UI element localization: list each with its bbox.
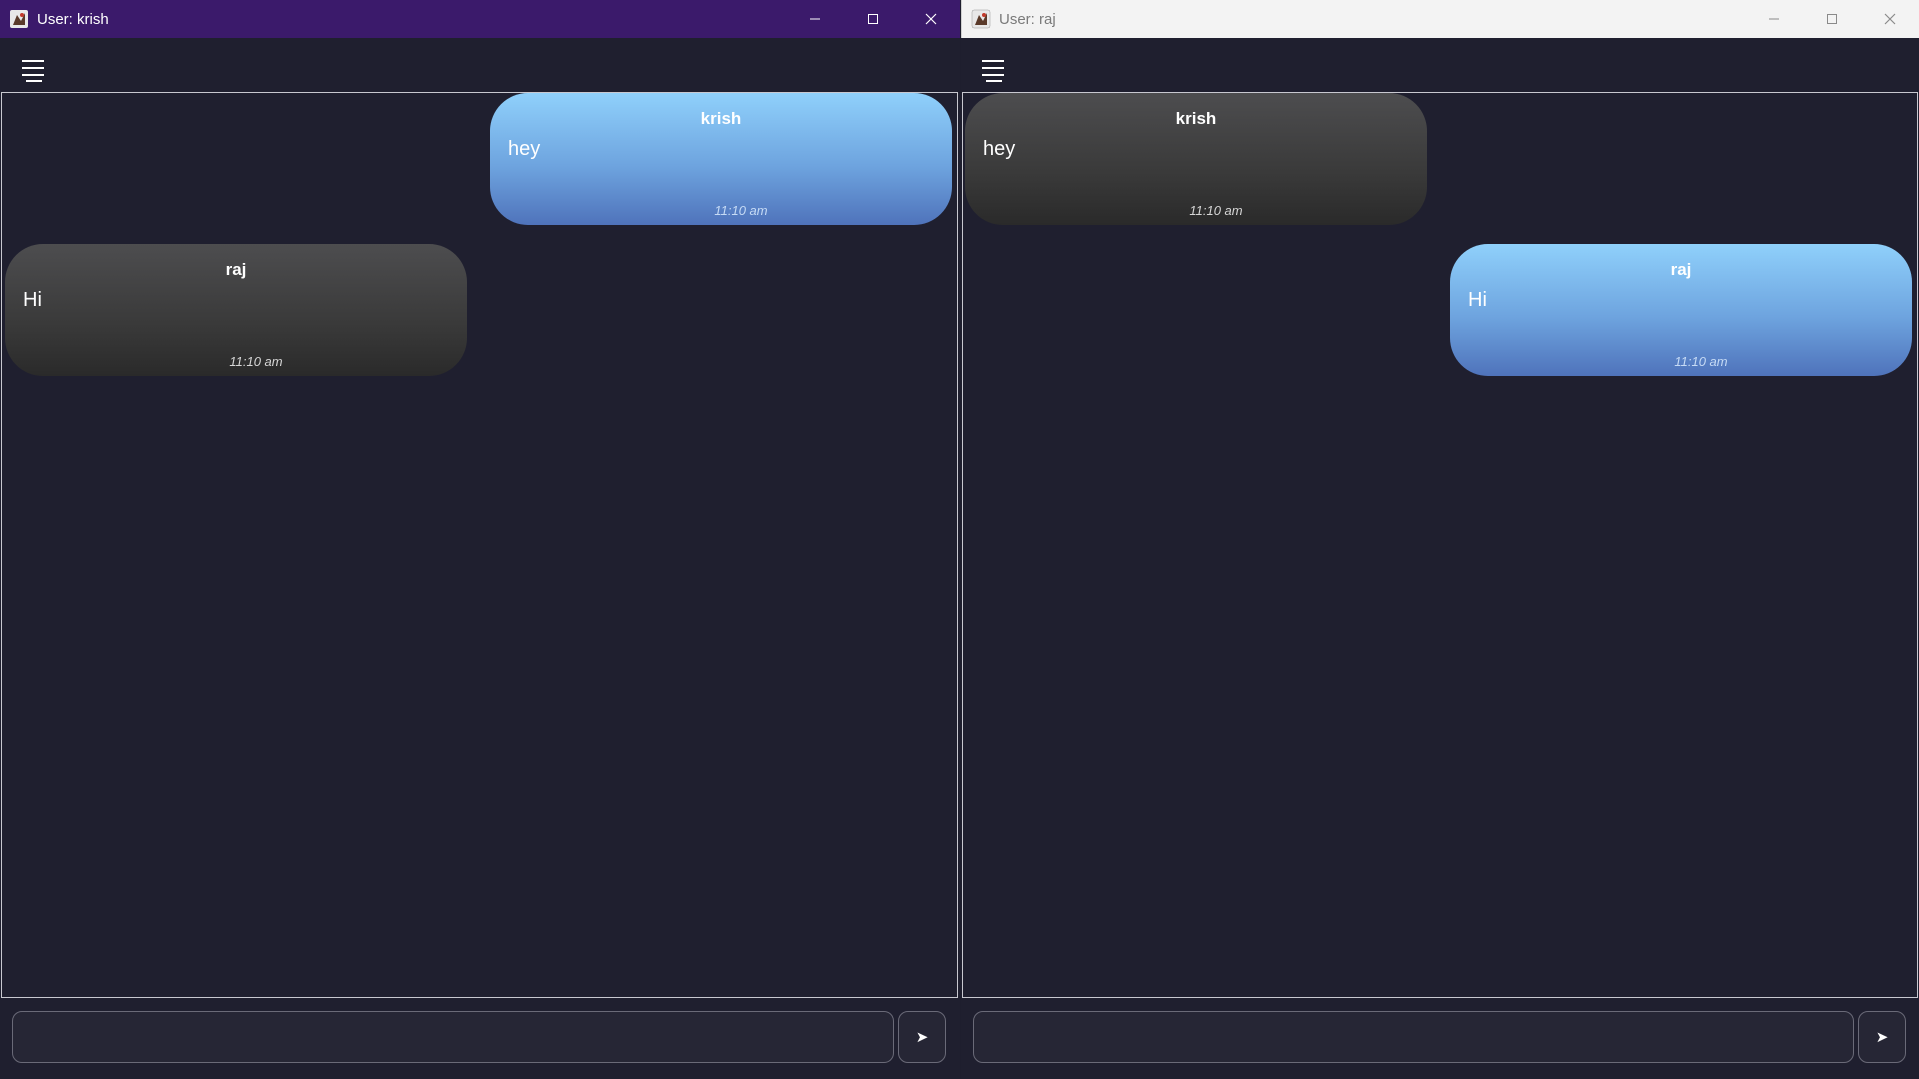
composer: ➤ bbox=[961, 998, 1919, 1079]
app-icon bbox=[971, 9, 991, 29]
toolbar bbox=[0, 38, 960, 92]
maximize-icon bbox=[1827, 14, 1837, 24]
send-button[interactable]: ➤ bbox=[898, 1011, 946, 1063]
message-input[interactable] bbox=[12, 1011, 894, 1063]
menu-button[interactable] bbox=[980, 58, 1006, 82]
minimize-button[interactable] bbox=[786, 0, 844, 38]
send-icon: ➤ bbox=[1875, 1028, 1889, 1046]
minimize-icon bbox=[1769, 18, 1779, 20]
maximize-button[interactable] bbox=[844, 0, 902, 38]
message-sender: krish bbox=[1175, 109, 1217, 128]
message-time: 11:10 am bbox=[1189, 203, 1243, 218]
message-list[interactable]: krish hey 11:10 am raj Hi 11:10 am bbox=[1, 92, 958, 998]
close-button[interactable] bbox=[902, 0, 960, 38]
menu-button[interactable] bbox=[20, 58, 46, 82]
composer: ➤ bbox=[0, 998, 960, 1079]
message-sender: krish bbox=[700, 109, 742, 128]
message-sender: raj bbox=[1670, 260, 1692, 279]
message-time: 11:10 am bbox=[714, 203, 768, 218]
close-button[interactable] bbox=[1861, 0, 1919, 38]
close-icon bbox=[925, 13, 937, 25]
message-bubble-other: krish hey 11:10 am bbox=[965, 93, 1427, 225]
app-icon bbox=[9, 9, 29, 29]
message-bubble-own: raj Hi 11:10 am bbox=[1450, 244, 1912, 376]
desktop: User: krish krish hey 11:10 am raj Hi 11… bbox=[0, 0, 1919, 1079]
message-text: Hi bbox=[23, 289, 42, 311]
title-bar[interactable]: User: krish bbox=[0, 0, 960, 38]
message-time: 11:10 am bbox=[229, 354, 283, 369]
send-button[interactable]: ➤ bbox=[1858, 1011, 1906, 1063]
send-icon: ➤ bbox=[915, 1028, 929, 1046]
close-icon bbox=[1884, 13, 1896, 25]
message-text: Hi bbox=[1468, 289, 1487, 311]
message-time: 11:10 am bbox=[1674, 354, 1728, 369]
toolbar bbox=[961, 38, 1919, 92]
chat-window-raj: User: raj krish hey 11:10 am raj Hi 11:1… bbox=[961, 0, 1919, 1079]
maximize-button[interactable] bbox=[1803, 0, 1861, 38]
window-title: User: krish bbox=[37, 10, 109, 28]
message-list[interactable]: krish hey 11:10 am raj Hi 11:10 am bbox=[962, 92, 1918, 998]
hamburger-menu-icon bbox=[22, 60, 44, 82]
message-text: hey bbox=[983, 138, 1016, 160]
message-sender: raj bbox=[225, 260, 247, 279]
maximize-icon bbox=[868, 14, 878, 24]
chat-window-krish: User: krish krish hey 11:10 am raj Hi 11… bbox=[0, 0, 960, 1079]
minimize-icon bbox=[810, 18, 820, 20]
message-input[interactable] bbox=[973, 1011, 1854, 1063]
minimize-button[interactable] bbox=[1745, 0, 1803, 38]
message-text: hey bbox=[508, 138, 541, 160]
message-bubble-other: raj Hi 11:10 am bbox=[5, 244, 467, 376]
title-bar[interactable]: User: raj bbox=[961, 0, 1919, 38]
hamburger-menu-icon bbox=[982, 60, 1004, 82]
message-bubble-own: krish hey 11:10 am bbox=[490, 93, 952, 225]
window-title: User: raj bbox=[999, 10, 1056, 28]
